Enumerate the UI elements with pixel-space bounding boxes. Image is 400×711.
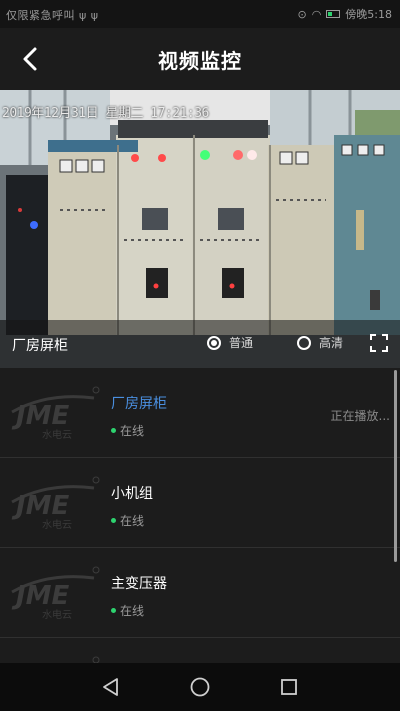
carrier-text: 仅限紧急呼叫 ψ ψ — [6, 9, 99, 22]
svg-text:水电云: 水电云 — [42, 428, 72, 441]
home-circle-icon — [190, 677, 210, 697]
camera-name: 主变压器 — [111, 576, 167, 592]
jme-hydropower-cloud-logo: JME 水电云 — [11, 386, 100, 441]
camera-list-item[interactable]: JME 水电云 小机组 在线 — [0, 458, 400, 548]
recents-square-icon — [281, 679, 297, 695]
svg-text:水电云: 水电云 — [42, 518, 72, 531]
camera-list-item-partial[interactable] — [0, 638, 400, 663]
camera-name: 厂房屏柜 — [111, 396, 167, 412]
online-dot-icon — [111, 428, 116, 433]
video-timestamp-overlay: 2019年12月31日 星期二 17:21:36 — [2, 106, 209, 121]
online-status-label: 在线 — [120, 514, 145, 528]
fullscreen-icon — [370, 334, 388, 352]
online-dot-icon — [111, 608, 116, 613]
camera-name: 小机组 — [111, 486, 153, 502]
system-nav-bar — [0, 663, 400, 711]
online-status: 在线 — [111, 422, 144, 439]
status-icons: ⊙ ◠ 傍晚5:18 — [297, 6, 392, 22]
camera-list-item[interactable]: JME 水电云 主变压器 在线 — [0, 548, 400, 638]
location-icon: ⊙ — [297, 7, 307, 21]
video-player[interactable]: 2019年12月31日 星期二 17:21:36 厂房屏柜 普通 高清 — [0, 90, 400, 368]
video-control-bar: 厂房屏柜 普通 高清 — [0, 320, 400, 368]
svg-text:JME: JME — [11, 491, 70, 521]
jme-hydropower-cloud-logo — [92, 656, 100, 663]
radio-selected-icon — [207, 335, 221, 350]
battery-icon — [326, 10, 341, 18]
fullscreen-button[interactable] — [370, 334, 388, 352]
now-playing-label: 正在播放... — [330, 409, 390, 423]
nav-recents-button[interactable] — [277, 675, 301, 699]
status-bar: 仅限紧急呼叫 ψ ψ ⊙ ◠ 傍晚5:18 — [0, 0, 400, 28]
svg-text:JME: JME — [11, 401, 70, 431]
page-title: 视频监控 — [158, 49, 242, 73]
app-header: 视频监控 — [0, 28, 400, 90]
online-status-label: 在线 — [120, 424, 145, 438]
radio-unselected-icon — [297, 335, 311, 350]
current-camera-name: 厂房屏柜 — [12, 338, 68, 354]
list-scrollbar[interactable] — [394, 370, 397, 562]
quality-hd-label: 高清 — [319, 336, 344, 350]
quality-hd-option[interactable]: 高清 — [297, 334, 343, 351]
camera-list: JME 水电云 厂房屏柜 在线 正在播放... JME 水电云 小机组 在线 J… — [0, 368, 400, 663]
nav-home-button[interactable] — [188, 675, 212, 699]
wifi-icon: ◠ — [311, 7, 322, 21]
nav-back-button[interactable] — [99, 675, 123, 699]
back-triangle-icon — [103, 678, 118, 696]
jme-hydropower-cloud-logo: JME 水电云 — [11, 476, 100, 531]
online-dot-icon — [111, 518, 116, 523]
online-status: 在线 — [111, 512, 144, 529]
svg-text:JME: JME — [11, 581, 70, 611]
quality-normal-label: 普通 — [229, 336, 254, 350]
online-status-label: 在线 — [120, 604, 145, 618]
camera-list-item[interactable]: JME 水电云 厂房屏柜 在线 正在播放... — [0, 368, 400, 458]
quality-normal-option[interactable]: 普通 — [207, 334, 253, 351]
online-status: 在线 — [111, 602, 144, 619]
svg-text:水电云: 水电云 — [42, 608, 72, 621]
clock: 傍晚5:18 — [345, 8, 392, 21]
jme-hydropower-cloud-logo: JME 水电云 — [11, 566, 100, 621]
